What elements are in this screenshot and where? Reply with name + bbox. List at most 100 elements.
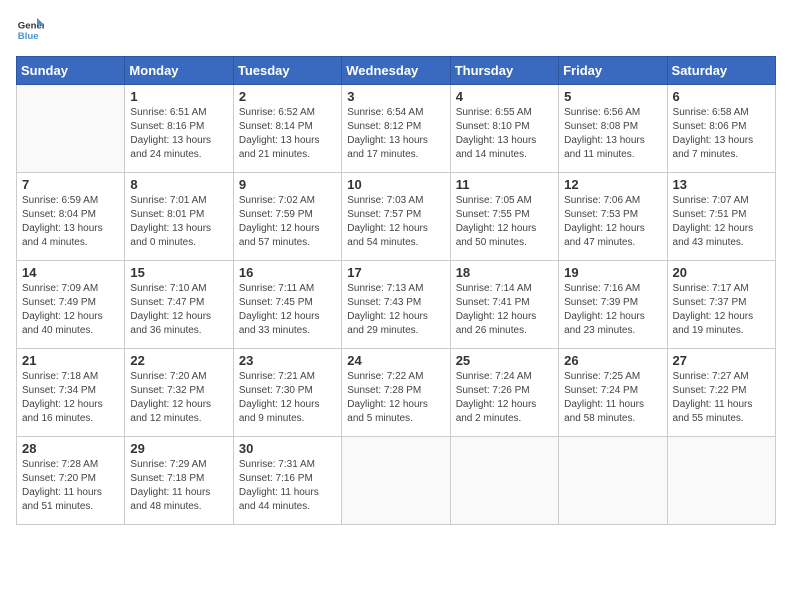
logo: General Blue xyxy=(16,16,44,44)
day-number: 3 xyxy=(347,89,444,104)
calendar-cell: 29 Sunrise: 7:29 AM Sunset: 7:18 PM Dayli… xyxy=(125,437,233,525)
day-header-friday: Friday xyxy=(559,57,667,85)
day-number: 22 xyxy=(130,353,227,368)
day-info: Sunrise: 7:01 AM Sunset: 8:01 PM Dayligh… xyxy=(130,194,227,250)
calendar-cell: 9Sunrise: 7:02 AM Sunset: 7:59 PM Daylig… xyxy=(233,173,341,261)
calendar-cell: 13 Sunrise: 7:07 AM Sunset: 7:51 PM Dayli… xyxy=(667,173,775,261)
day-info: Sunrise: 7:06 AM Sunset: 7:53 PM Dayligh… xyxy=(564,194,661,250)
day-number: 5 xyxy=(564,89,661,104)
calendar-cell: 24 Sunrise: 7:22 AM Sunset: 7:28 PM Dayli… xyxy=(342,349,450,437)
day-info: Sunrise: 6:52 AM Sunset: 8:14 PM Dayligh… xyxy=(239,106,336,162)
calendar-cell xyxy=(667,437,775,525)
calendar-table: SundayMondayTuesdayWednesdayThursdayFrid… xyxy=(16,56,776,525)
day-header-wednesday: Wednesday xyxy=(342,57,450,85)
calendar-cell: 4 Sunrise: 6:55 AM Sunset: 8:10 PM Daylig… xyxy=(450,85,558,173)
day-info: Sunrise: 7:11 AM Sunset: 7:45 PM Dayligh… xyxy=(239,282,336,338)
calendar-cell xyxy=(342,437,450,525)
day-header-monday: Monday xyxy=(125,57,233,85)
calendar-cell: 8Sunrise: 7:01 AM Sunset: 8:01 PM Daylig… xyxy=(125,173,233,261)
calendar-week-5: 28 Sunrise: 7:28 AM Sunset: 7:20 PM Dayli… xyxy=(17,437,776,525)
header-row: SundayMondayTuesdayWednesdayThursdayFrid… xyxy=(17,57,776,85)
calendar-week-3: 14 Sunrise: 7:09 AM Sunset: 7:49 PM Dayli… xyxy=(17,261,776,349)
day-info: Sunrise: 7:14 AM Sunset: 7:41 PM Dayligh… xyxy=(456,282,553,338)
day-number: 17 xyxy=(347,265,444,280)
day-info: Sunrise: 7:18 AM Sunset: 7:34 PM Dayligh… xyxy=(22,370,119,426)
calendar-cell: 7Sunrise: 6:59 AM Sunset: 8:04 PM Daylig… xyxy=(17,173,125,261)
day-number: 16 xyxy=(239,265,336,280)
calendar-cell: 30 Sunrise: 7:31 AM Sunset: 7:16 PM Dayli… xyxy=(233,437,341,525)
calendar-cell: 19Sunrise: 7:16 AM Sunset: 7:39 PM Dayli… xyxy=(559,261,667,349)
calendar-cell: 14 Sunrise: 7:09 AM Sunset: 7:49 PM Dayli… xyxy=(17,261,125,349)
calendar-cell: 15 Sunrise: 7:10 AM Sunset: 7:47 PM Dayli… xyxy=(125,261,233,349)
day-info: Sunrise: 6:58 AM Sunset: 8:06 PM Dayligh… xyxy=(673,106,770,162)
calendar-week-4: 21 Sunrise: 7:18 AM Sunset: 7:34 PM Dayli… xyxy=(17,349,776,437)
calendar-cell: 3 Sunrise: 6:54 AM Sunset: 8:12 PM Daylig… xyxy=(342,85,450,173)
day-number: 25 xyxy=(456,353,553,368)
day-number: 23 xyxy=(239,353,336,368)
day-info: Sunrise: 7:27 AM Sunset: 7:22 PM Dayligh… xyxy=(673,370,770,426)
day-info: Sunrise: 7:22 AM Sunset: 7:28 PM Dayligh… xyxy=(347,370,444,426)
day-info: Sunrise: 7:21 AM Sunset: 7:30 PM Dayligh… xyxy=(239,370,336,426)
day-header-saturday: Saturday xyxy=(667,57,775,85)
calendar-cell: 17 Sunrise: 7:13 AM Sunset: 7:43 PM Dayli… xyxy=(342,261,450,349)
day-number: 15 xyxy=(130,265,227,280)
day-info: Sunrise: 7:03 AM Sunset: 7:57 PM Dayligh… xyxy=(347,194,444,250)
day-info: Sunrise: 7:13 AM Sunset: 7:43 PM Dayligh… xyxy=(347,282,444,338)
day-number: 12 xyxy=(564,177,661,192)
day-number: 28 xyxy=(22,441,119,456)
day-number: 26 xyxy=(564,353,661,368)
day-number: 4 xyxy=(456,89,553,104)
calendar-cell: 5Sunrise: 6:56 AM Sunset: 8:08 PM Daylig… xyxy=(559,85,667,173)
calendar-cell: 6 Sunrise: 6:58 AM Sunset: 8:06 PM Daylig… xyxy=(667,85,775,173)
day-info: Sunrise: 7:10 AM Sunset: 7:47 PM Dayligh… xyxy=(130,282,227,338)
day-number: 9 xyxy=(239,177,336,192)
calendar-cell: 26 Sunrise: 7:25 AM Sunset: 7:24 PM Dayli… xyxy=(559,349,667,437)
day-info: Sunrise: 7:25 AM Sunset: 7:24 PM Dayligh… xyxy=(564,370,661,426)
calendar-cell: 20 Sunrise: 7:17 AM Sunset: 7:37 PM Dayli… xyxy=(667,261,775,349)
day-number: 24 xyxy=(347,353,444,368)
calendar-cell: 23 Sunrise: 7:21 AM Sunset: 7:30 PM Dayli… xyxy=(233,349,341,437)
day-number: 14 xyxy=(22,265,119,280)
calendar-cell: 25 Sunrise: 7:24 AM Sunset: 7:26 PM Dayli… xyxy=(450,349,558,437)
day-info: Sunrise: 7:09 AM Sunset: 7:49 PM Dayligh… xyxy=(22,282,119,338)
day-number: 19 xyxy=(564,265,661,280)
calendar-cell xyxy=(450,437,558,525)
day-number: 20 xyxy=(673,265,770,280)
calendar-cell: 21 Sunrise: 7:18 AM Sunset: 7:34 PM Dayli… xyxy=(17,349,125,437)
day-info: Sunrise: 6:51 AM Sunset: 8:16 PM Dayligh… xyxy=(130,106,227,162)
day-info: Sunrise: 6:54 AM Sunset: 8:12 PM Dayligh… xyxy=(347,106,444,162)
day-info: Sunrise: 7:05 AM Sunset: 7:55 PM Dayligh… xyxy=(456,194,553,250)
calendar-cell: 2 Sunrise: 6:52 AM Sunset: 8:14 PM Daylig… xyxy=(233,85,341,173)
calendar-week-1: 1 Sunrise: 6:51 AM Sunset: 8:16 PM Daylig… xyxy=(17,85,776,173)
day-number: 13 xyxy=(673,177,770,192)
calendar-cell xyxy=(17,85,125,173)
calendar-cell: 28 Sunrise: 7:28 AM Sunset: 7:20 PM Dayli… xyxy=(17,437,125,525)
calendar-cell: 11 Sunrise: 7:05 AM Sunset: 7:55 PM Dayli… xyxy=(450,173,558,261)
day-info: Sunrise: 7:31 AM Sunset: 7:16 PM Dayligh… xyxy=(239,458,336,514)
day-number: 18 xyxy=(456,265,553,280)
calendar-cell xyxy=(559,437,667,525)
day-header-sunday: Sunday xyxy=(17,57,125,85)
day-number: 1 xyxy=(130,89,227,104)
day-info: Sunrise: 7:29 AM Sunset: 7:18 PM Dayligh… xyxy=(130,458,227,514)
day-info: Sunrise: 7:17 AM Sunset: 7:37 PM Dayligh… xyxy=(673,282,770,338)
calendar-cell: 16 Sunrise: 7:11 AM Sunset: 7:45 PM Dayli… xyxy=(233,261,341,349)
day-info: Sunrise: 7:20 AM Sunset: 7:32 PM Dayligh… xyxy=(130,370,227,426)
calendar-cell: 1 Sunrise: 6:51 AM Sunset: 8:16 PM Daylig… xyxy=(125,85,233,173)
day-number: 21 xyxy=(22,353,119,368)
calendar-week-2: 7Sunrise: 6:59 AM Sunset: 8:04 PM Daylig… xyxy=(17,173,776,261)
svg-text:Blue: Blue xyxy=(18,31,39,42)
day-info: Sunrise: 6:55 AM Sunset: 8:10 PM Dayligh… xyxy=(456,106,553,162)
day-number: 30 xyxy=(239,441,336,456)
day-number: 2 xyxy=(239,89,336,104)
day-info: Sunrise: 7:28 AM Sunset: 7:20 PM Dayligh… xyxy=(22,458,119,514)
calendar-cell: 27Sunrise: 7:27 AM Sunset: 7:22 PM Dayli… xyxy=(667,349,775,437)
day-header-tuesday: Tuesday xyxy=(233,57,341,85)
day-number: 10 xyxy=(347,177,444,192)
day-info: Sunrise: 7:07 AM Sunset: 7:51 PM Dayligh… xyxy=(673,194,770,250)
day-number: 6 xyxy=(673,89,770,104)
day-number: 7 xyxy=(22,177,119,192)
day-info: Sunrise: 7:24 AM Sunset: 7:26 PM Dayligh… xyxy=(456,370,553,426)
day-number: 11 xyxy=(456,177,553,192)
day-number: 29 xyxy=(130,441,227,456)
